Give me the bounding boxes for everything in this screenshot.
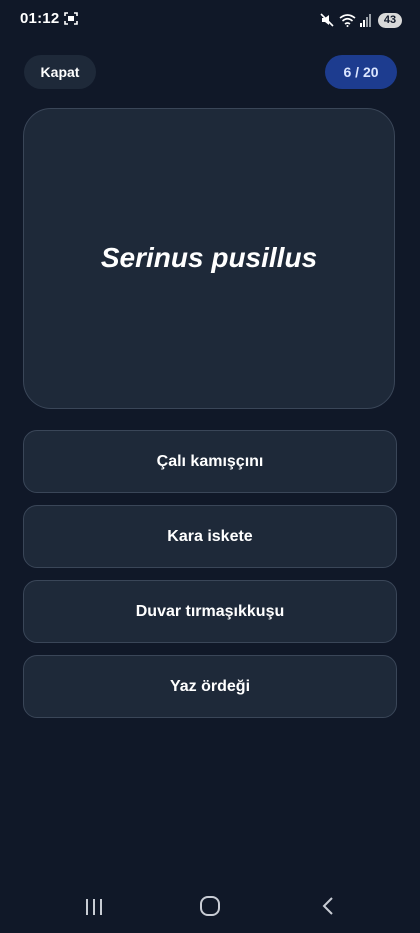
mute-icon [319, 12, 335, 28]
status-bar: 01:12 43 [0, 0, 420, 40]
navigation-bar [0, 880, 420, 933]
back-icon[interactable] [318, 895, 338, 917]
answer-list: Çalı kamışçını Kara iskete Duvar tırmaşı… [23, 430, 397, 730]
close-button[interactable]: Kapat [24, 55, 96, 89]
progress-badge: 6 / 20 [325, 55, 397, 89]
answer-option[interactable]: Duvar tırmaşıkkuşu [23, 580, 397, 643]
question-card: Serinus pusillus [23, 108, 395, 409]
question-text: Serinus pusillus [100, 241, 318, 273]
wifi-icon [339, 13, 356, 27]
answer-option[interactable]: Çalı kamışçını [23, 430, 397, 493]
screenshot-icon [64, 12, 78, 25]
recent-apps-icon[interactable] [83, 897, 105, 917]
signal-icon [360, 13, 372, 27]
home-icon[interactable] [199, 895, 221, 917]
battery-icon: 43 [378, 12, 402, 28]
status-icons: 43 [319, 11, 402, 29]
answer-option[interactable]: Yaz ördeği [23, 655, 397, 718]
status-time: 01:12 [20, 10, 60, 27]
answer-option[interactable]: Kara iskete [23, 505, 397, 568]
